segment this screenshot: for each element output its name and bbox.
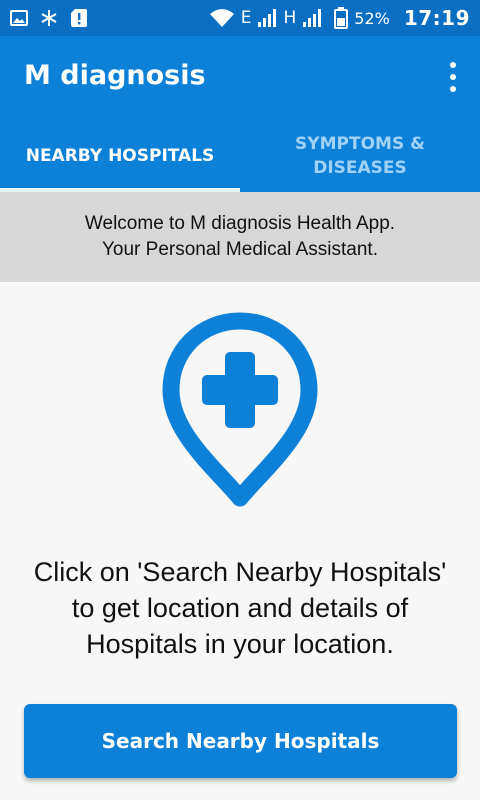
main-content: Click on 'Search Nearby Hospitals' to ge… bbox=[0, 282, 480, 800]
tab-label: SYMPTOMS & DISEASES bbox=[295, 134, 425, 178]
tab-symptoms-diseases[interactable]: SYMPTOMS & DISEASES bbox=[240, 120, 480, 192]
instruction-text: Click on 'Search Nearby Hospitals' to ge… bbox=[33, 557, 447, 659]
tab-label: NEARBY HOSPITALS bbox=[25, 146, 215, 166]
search-nearby-hospitals-button[interactable]: Search Nearby Hospitals bbox=[24, 704, 457, 778]
app-screen: E H 52% 17:19 M diagnosis NEARBY HOSPITA… bbox=[0, 0, 480, 800]
image-icon bbox=[10, 9, 28, 27]
tab-nearby-hospitals[interactable]: NEARBY HOSPITALS bbox=[0, 120, 240, 192]
network-type-e: E bbox=[240, 7, 252, 28]
battery-percentage: 52% bbox=[354, 8, 390, 28]
status-bar: E H 52% 17:19 bbox=[0, 0, 480, 36]
app-title: M diagnosis bbox=[24, 60, 206, 91]
status-right-icons: E H 52% 17:19 bbox=[209, 6, 470, 30]
overflow-menu-icon[interactable] bbox=[446, 62, 460, 92]
wifi-icon bbox=[209, 8, 235, 28]
app-bar: M diagnosis bbox=[0, 36, 480, 120]
welcome-banner: Welcome to M diagnosis Health App. Your … bbox=[0, 192, 480, 282]
signal-icon bbox=[302, 8, 322, 28]
status-left-icons bbox=[10, 8, 88, 28]
hospital-location-icon bbox=[162, 312, 318, 507]
sim-alert-icon bbox=[70, 8, 88, 28]
signal-icon bbox=[257, 8, 277, 28]
welcome-line-2: Your Personal Medical Assistant. bbox=[101, 239, 378, 260]
network-type-h: H bbox=[283, 7, 297, 28]
snowflake-icon bbox=[40, 9, 58, 27]
clock: 17:19 bbox=[403, 6, 470, 30]
tab-bar: NEARBY HOSPITALS SYMPTOMS & DISEASES bbox=[0, 120, 480, 192]
welcome-line-1: Welcome to M diagnosis Health App. bbox=[84, 213, 396, 234]
battery-icon bbox=[334, 7, 349, 29]
